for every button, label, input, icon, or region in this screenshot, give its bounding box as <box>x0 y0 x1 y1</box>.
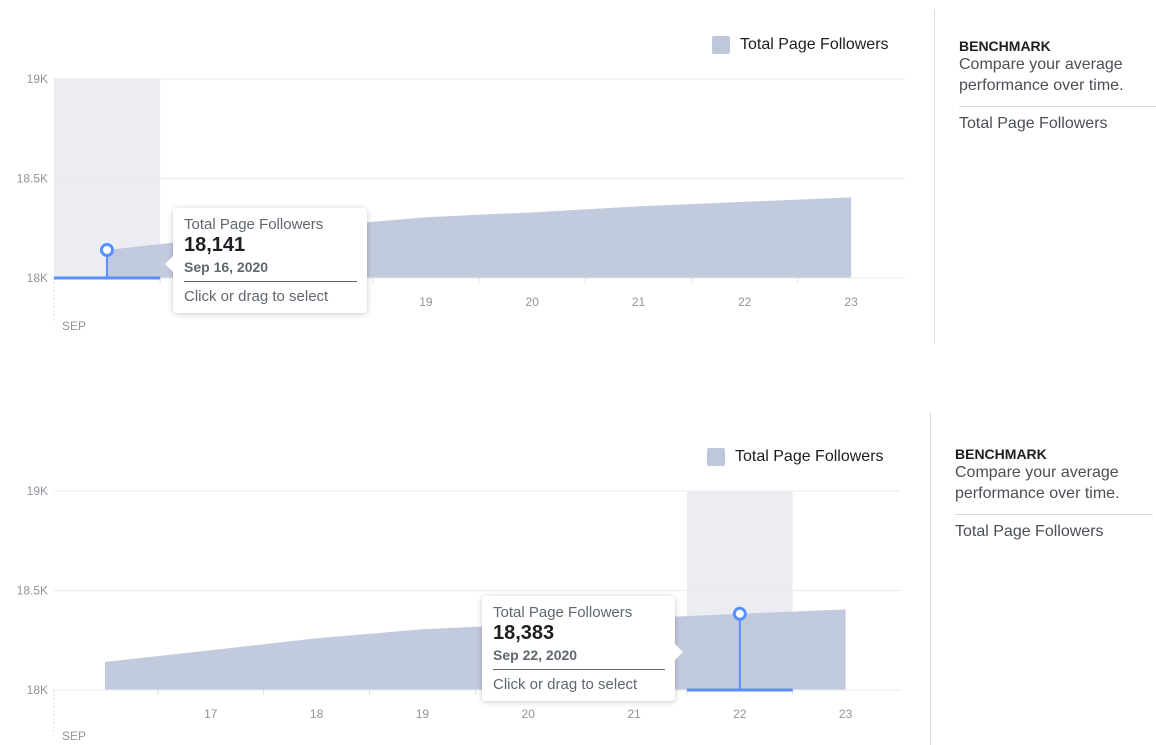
legend-label: Total Page Followers <box>735 448 884 465</box>
x-tick-label: 22 <box>738 295 752 309</box>
tooltip-date: Sep 22, 2020 <box>493 647 578 663</box>
tooltip-value: 18,383 <box>493 622 555 644</box>
benchmark-metric[interactable]: Total Page Followers <box>955 523 1143 541</box>
x-tick-label: 19 <box>416 707 430 721</box>
benchmark-metric[interactable]: Total Page Followers <box>959 115 1147 133</box>
legend-swatch <box>707 448 725 466</box>
benchmark-description: Compare your average performance over ti… <box>955 464 1120 502</box>
chart-panel-bottom: 18K 18.5K 19K 17 18 19 20 21 22 23 SEP Total Page … <box>0 412 1156 745</box>
tooltip-arrow <box>165 256 173 272</box>
y-tick-label: 18K <box>27 271 48 285</box>
series-area <box>105 609 846 690</box>
x-tick-label: 19 <box>419 295 433 309</box>
tooltip-arrow <box>675 644 683 660</box>
tooltip-label: Total Page Followers <box>184 216 324 233</box>
chart-panel-top: 18K18.5K19K17181920212223SEP Total Page … <box>0 0 1156 350</box>
y-tick-label: 19K <box>27 72 48 86</box>
legend-swatch <box>712 36 730 54</box>
x-tick-label: 22 <box>733 707 747 721</box>
benchmark-title: BENCHMARK <box>955 446 1047 462</box>
x-tick-label: 23 <box>844 295 858 309</box>
x-axis-month-label: SEP <box>62 319 86 333</box>
chart-legend: Total Page Followers <box>707 448 884 466</box>
tooltip-hint[interactable]: Click or drag to select <box>493 676 665 693</box>
benchmark-divider <box>955 514 1153 515</box>
tooltip-value: 18,141 <box>184 234 246 256</box>
benchmark-description: Compare your average performance over ti… <box>959 56 1124 94</box>
tooltip-label: Total Page Followers <box>493 604 633 621</box>
chart-tooltip: Total Page Followers 18,383 Sep 22, 2020… <box>482 596 675 701</box>
tooltip-hint[interactable]: Click or drag to select <box>184 288 357 305</box>
x-tick-label: 20 <box>526 295 540 309</box>
highlight-point <box>732 606 747 621</box>
tooltip-date: Sep 16, 2020 <box>184 259 269 275</box>
tooltip-divider <box>184 281 357 282</box>
highlight-point <box>100 242 114 257</box>
x-tick-label: 21 <box>632 295 646 309</box>
x-tick-label: 18 <box>310 707 324 721</box>
y-tick-label: 18.5K <box>17 584 48 598</box>
x-tick-label: 17 <box>204 707 218 721</box>
x-tick-label: 21 <box>627 707 641 721</box>
x-tick-label: 23 <box>839 707 853 721</box>
y-tick-label: 18.5K <box>17 172 48 186</box>
benchmark-sidebar: BENCHMARK Compare your average performan… <box>934 10 1156 344</box>
benchmark-title: BENCHMARK <box>959 38 1051 54</box>
y-tick-label: 19K <box>27 484 48 498</box>
benchmark-divider <box>959 106 1156 107</box>
tooltip-divider <box>493 669 665 670</box>
chart-tooltip: Total Page Followers 18,141 Sep 16, 2020… <box>173 208 367 313</box>
y-tick-label: 18K <box>27 683 48 697</box>
benchmark-sidebar: BENCHMARK Compare your average performan… <box>930 412 1153 745</box>
chart-legend: Total Page Followers <box>712 36 889 54</box>
x-tick-label: 20 <box>522 707 536 721</box>
x-axis-month-label: SEP <box>62 729 86 743</box>
legend-label: Total Page Followers <box>740 36 889 53</box>
